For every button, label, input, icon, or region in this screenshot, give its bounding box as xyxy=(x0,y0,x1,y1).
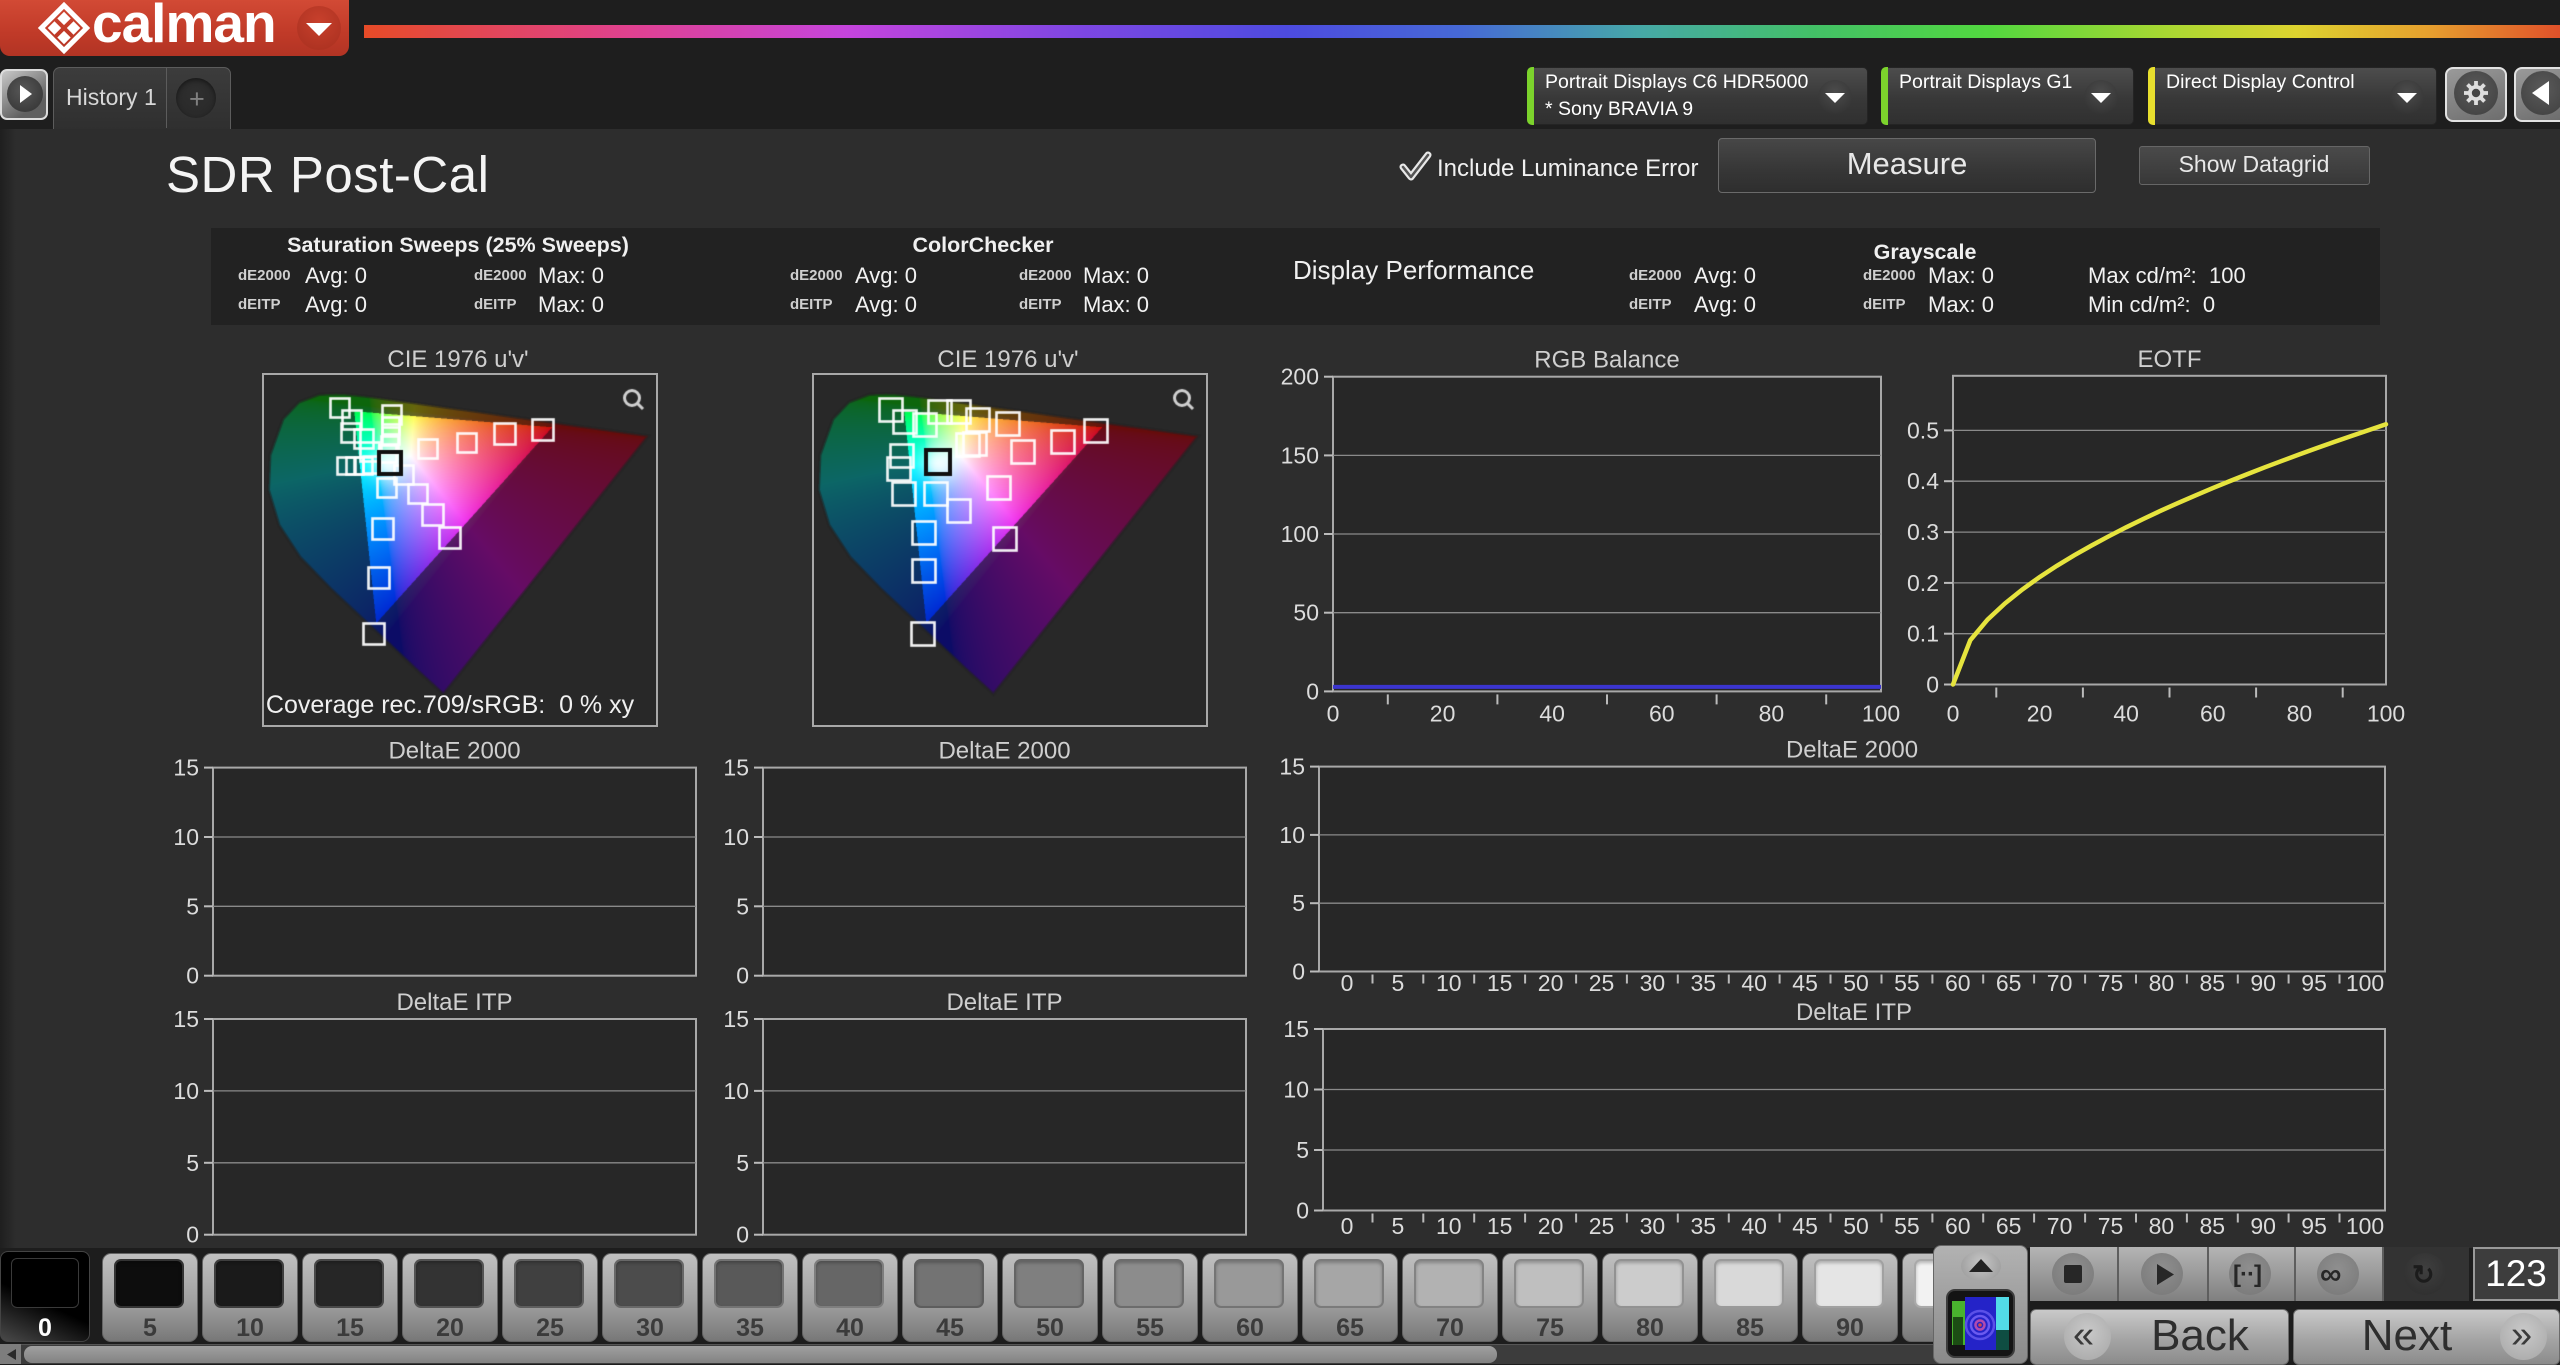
svg-text:40: 40 xyxy=(1741,970,1767,996)
svg-text:DeltaE ITP: DeltaE ITP xyxy=(396,990,512,1016)
svg-text:0: 0 xyxy=(1341,970,1354,996)
svg-text:5: 5 xyxy=(186,1150,199,1176)
svg-text:DeltaE ITP: DeltaE ITP xyxy=(1796,999,1912,1026)
svg-text:10: 10 xyxy=(1283,1077,1309,1103)
svg-text:15: 15 xyxy=(1487,970,1513,996)
svg-text:20: 20 xyxy=(1430,700,1456,726)
svg-text:0.3: 0.3 xyxy=(1907,519,1939,545)
svg-text:0: 0 xyxy=(1947,701,1960,727)
svg-text:10: 10 xyxy=(723,1078,749,1104)
svg-text:10: 10 xyxy=(1279,822,1305,848)
svg-text:60: 60 xyxy=(2200,701,2226,727)
svg-text:10: 10 xyxy=(1436,970,1462,996)
svg-text:25: 25 xyxy=(1589,1213,1615,1239)
svg-text:150: 150 xyxy=(1281,442,1319,468)
svg-text:65: 65 xyxy=(1996,1213,2022,1239)
svg-text:0: 0 xyxy=(186,963,199,989)
svg-text:0: 0 xyxy=(186,1222,199,1248)
svg-text:55: 55 xyxy=(1894,970,1920,996)
svg-text:DeltaE ITP: DeltaE ITP xyxy=(946,990,1062,1016)
svg-text:200: 200 xyxy=(1281,364,1319,390)
svg-text:10: 10 xyxy=(723,824,749,850)
svg-text:50: 50 xyxy=(1843,1213,1869,1239)
svg-text:0: 0 xyxy=(1327,700,1340,726)
svg-text:20: 20 xyxy=(1538,970,1564,996)
svg-text:40: 40 xyxy=(2113,701,2139,727)
svg-text:50: 50 xyxy=(1843,970,1869,996)
svg-text:0.2: 0.2 xyxy=(1907,570,1939,596)
svg-text:80: 80 xyxy=(1759,700,1785,726)
svg-text:80: 80 xyxy=(2149,1213,2175,1239)
svg-text:70: 70 xyxy=(2047,1213,2073,1239)
svg-text:90: 90 xyxy=(2250,970,2276,996)
svg-text:DeltaE 2000: DeltaE 2000 xyxy=(938,740,1070,765)
svg-text:0.4: 0.4 xyxy=(1907,468,1939,494)
svg-text:15: 15 xyxy=(1283,1016,1309,1042)
svg-text:80: 80 xyxy=(2287,701,2313,727)
svg-text:10: 10 xyxy=(1436,1213,1462,1239)
svg-text:45: 45 xyxy=(1792,1213,1818,1239)
svg-text:0: 0 xyxy=(1292,959,1305,985)
svg-text:0.5: 0.5 xyxy=(1907,417,1939,443)
svg-text:100: 100 xyxy=(2367,701,2405,727)
svg-text:85: 85 xyxy=(2200,970,2226,996)
svg-text:15: 15 xyxy=(1279,754,1305,780)
svg-text:0: 0 xyxy=(736,1222,749,1248)
svg-text:30: 30 xyxy=(1640,970,1666,996)
svg-text:5: 5 xyxy=(1296,1137,1309,1163)
svg-text:75: 75 xyxy=(2098,1213,2124,1239)
svg-text:70: 70 xyxy=(2047,970,2073,996)
svg-text:80: 80 xyxy=(2149,970,2175,996)
svg-text:DeltaE 2000: DeltaE 2000 xyxy=(388,740,520,765)
svg-text:45: 45 xyxy=(1792,970,1818,996)
svg-text:5: 5 xyxy=(736,893,749,919)
svg-text:100: 100 xyxy=(2346,970,2384,996)
svg-text:0: 0 xyxy=(1926,672,1939,698)
svg-text:15: 15 xyxy=(173,1006,199,1032)
svg-text:15: 15 xyxy=(723,755,749,781)
svg-text:60: 60 xyxy=(1945,1213,1971,1239)
svg-text:35: 35 xyxy=(1691,970,1717,996)
svg-text:20: 20 xyxy=(2027,701,2053,727)
svg-text:15: 15 xyxy=(1487,1213,1513,1239)
svg-text:25: 25 xyxy=(1589,970,1615,996)
svg-text:5: 5 xyxy=(1392,1213,1405,1239)
svg-text:75: 75 xyxy=(2098,970,2124,996)
svg-text:65: 65 xyxy=(1996,970,2022,996)
svg-text:95: 95 xyxy=(2301,970,2327,996)
svg-text:5: 5 xyxy=(186,893,199,919)
svg-text:EOTF: EOTF xyxy=(2138,348,2202,373)
svg-text:50: 50 xyxy=(1293,600,1319,626)
svg-text:5: 5 xyxy=(1392,970,1405,996)
svg-text:5: 5 xyxy=(1292,890,1305,916)
svg-text:0: 0 xyxy=(1296,1198,1309,1224)
svg-text:60: 60 xyxy=(1945,970,1971,996)
svg-text:5: 5 xyxy=(736,1150,749,1176)
svg-text:15: 15 xyxy=(173,755,199,781)
svg-text:30: 30 xyxy=(1640,1213,1666,1239)
svg-text:100: 100 xyxy=(2346,1213,2384,1239)
svg-text:10: 10 xyxy=(173,824,199,850)
svg-text:35: 35 xyxy=(1691,1213,1717,1239)
svg-text:0: 0 xyxy=(736,963,749,989)
svg-text:0: 0 xyxy=(1306,678,1319,704)
svg-text:40: 40 xyxy=(1539,700,1565,726)
svg-text:100: 100 xyxy=(1281,521,1319,547)
svg-text:0.1: 0.1 xyxy=(1907,621,1939,647)
svg-text:DeltaE 2000: DeltaE 2000 xyxy=(1786,740,1918,764)
svg-text:10: 10 xyxy=(173,1078,199,1104)
svg-text:85: 85 xyxy=(2200,1213,2226,1239)
svg-text:60: 60 xyxy=(1649,700,1675,726)
svg-text:95: 95 xyxy=(2301,1213,2327,1239)
svg-text:RGB Balance: RGB Balance xyxy=(1534,348,1679,374)
svg-text:55: 55 xyxy=(1894,1213,1920,1239)
svg-text:15: 15 xyxy=(723,1006,749,1032)
svg-text:90: 90 xyxy=(2250,1213,2276,1239)
svg-text:20: 20 xyxy=(1538,1213,1564,1239)
svg-text:40: 40 xyxy=(1741,1213,1767,1239)
svg-text:0: 0 xyxy=(1341,1213,1354,1239)
